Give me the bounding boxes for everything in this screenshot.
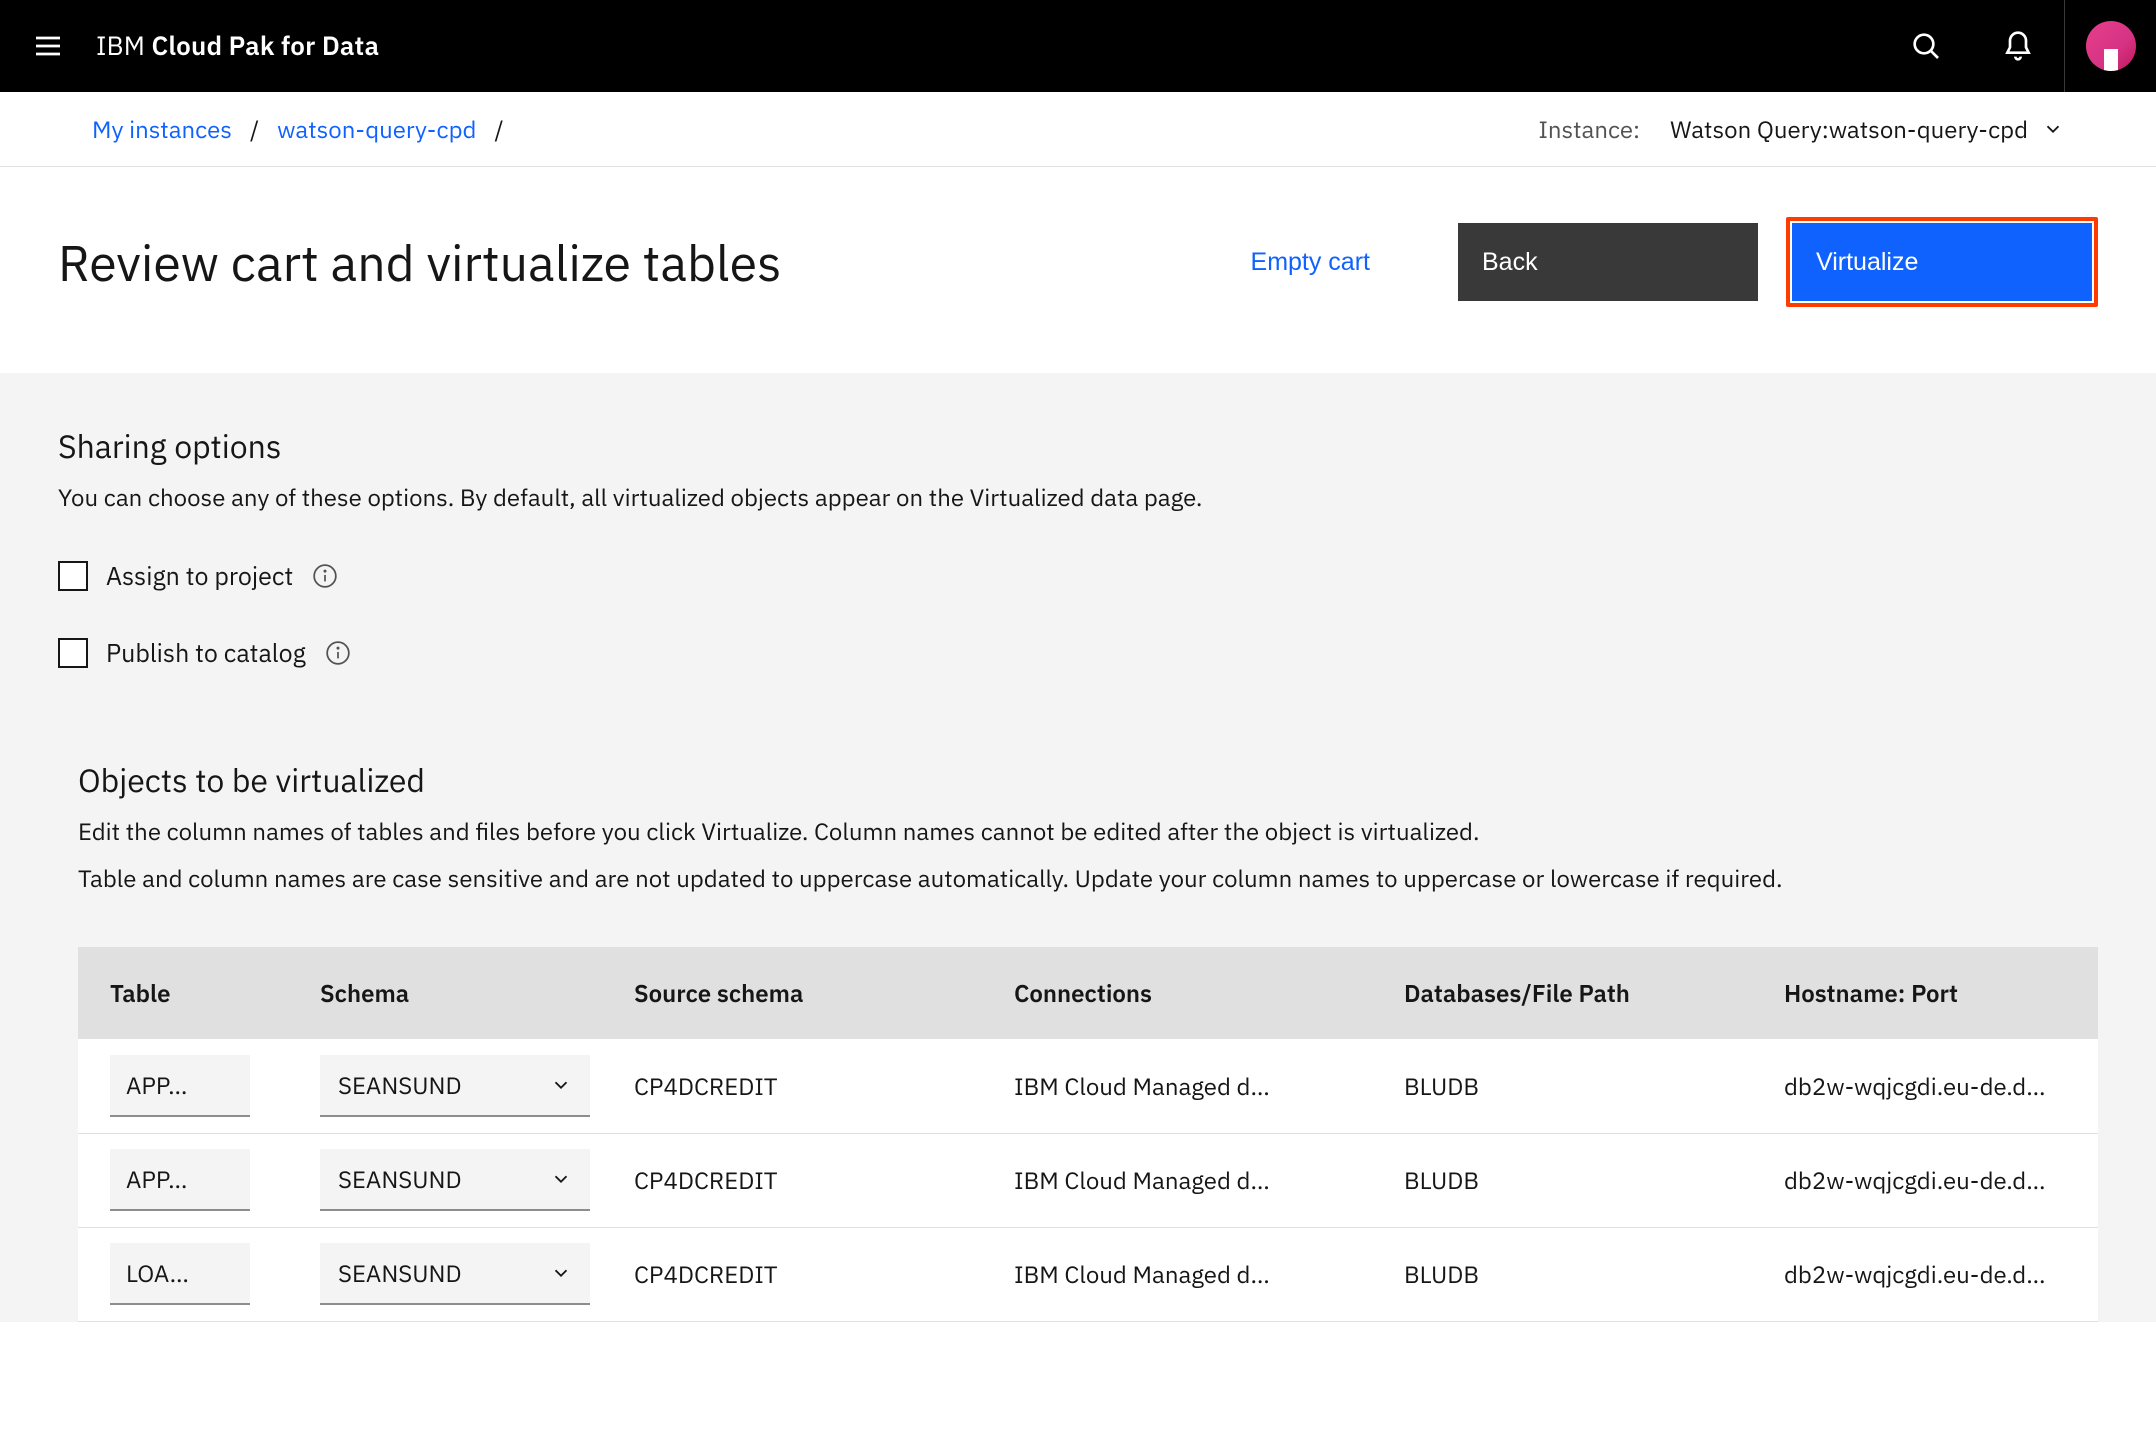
source-schema-cell: CP4DCREDIT	[612, 1039, 992, 1133]
sharing-heading: Sharing options	[58, 425, 2098, 467]
instance-selector-area: Instance: Watson Query:watson-query-cpd	[1538, 113, 2064, 145]
schema-value: SEANSUND	[338, 1257, 462, 1289]
empty-cart-link[interactable]: Empty cart	[1191, 248, 1430, 277]
header-actions	[1880, 0, 2156, 92]
table-row: APP… SEANSUND CP4DCREDIT IBM Cloud Manag…	[78, 1133, 2098, 1227]
chevron-down-icon	[2042, 118, 2064, 140]
database-cell: BLUDB	[1382, 1133, 1762, 1227]
table-name-input[interactable]: APP…	[110, 1149, 250, 1211]
col-table: Table	[78, 947, 298, 1039]
hostname-cell: db2w-wqjcgdi.eu-de.d…	[1762, 1227, 2098, 1321]
schema-select[interactable]: SEANSUND	[320, 1243, 590, 1305]
col-conn: Connections	[992, 947, 1382, 1039]
objects-desc-1: Edit the column names of tables and file…	[78, 813, 2038, 850]
chevron-down-icon	[550, 1074, 572, 1096]
notifications-button[interactable]	[1972, 0, 2064, 92]
schema-select[interactable]: SEANSUND	[320, 1149, 590, 1211]
top-header: IBM Cloud Pak for Data	[0, 0, 2156, 92]
search-button[interactable]	[1880, 0, 1972, 92]
hostname-cell: db2w-wqjcgdi.eu-de.d…	[1762, 1133, 2098, 1227]
assign-to-project-option: Assign to project	[58, 559, 2098, 592]
col-db: Databases/File Path	[1382, 947, 1762, 1039]
breadcrumb-sep: /	[244, 113, 265, 145]
brand-title: IBM Cloud Pak for Data	[96, 29, 379, 63]
table-body: APP… SEANSUND CP4DCREDIT IBM Cloud Manag…	[78, 1039, 2098, 1321]
publish-checkbox[interactable]	[58, 638, 88, 668]
title-row: Review cart and virtualize tables Empty …	[0, 167, 2156, 373]
page-title: Review cart and virtualize tables	[58, 230, 781, 295]
col-host: Hostname: Port	[1762, 947, 2098, 1039]
brand-name: Cloud Pak for Data	[151, 29, 379, 63]
breadcrumb-sep: /	[488, 113, 509, 145]
instance-value: Watson Query:watson-query-cpd	[1670, 113, 2028, 145]
connection-cell: IBM Cloud Managed d…	[992, 1133, 1382, 1227]
bell-icon	[2002, 30, 2034, 62]
virtualize-button[interactable]: Virtualize	[1792, 223, 2092, 301]
objects-heading: Objects to be virtualized	[78, 759, 2098, 801]
instance-label: Instance:	[1538, 113, 1640, 145]
brand-prefix: IBM	[96, 29, 151, 63]
table-name-input[interactable]: LOA…	[110, 1243, 250, 1305]
hostname-cell: db2w-wqjcgdi.eu-de.d…	[1762, 1039, 2098, 1133]
back-button[interactable]: Back	[1458, 223, 1758, 301]
database-cell: BLUDB	[1382, 1039, 1762, 1133]
content-area: Sharing options You can choose any of th…	[0, 373, 2156, 1322]
table-row: LOA… SEANSUND CP4DCREDIT IBM Cloud Manag…	[78, 1227, 2098, 1321]
objects-table: Table Schema Source schema Connections D…	[78, 947, 2098, 1322]
connection-cell: IBM Cloud Managed d…	[992, 1039, 1382, 1133]
assign-label: Assign to project	[106, 559, 293, 592]
objects-desc-2: Table and column names are case sensitiv…	[78, 860, 2038, 897]
publish-info[interactable]	[324, 639, 352, 667]
avatar	[2086, 21, 2136, 71]
col-schema: Schema	[298, 947, 612, 1039]
source-schema-cell: CP4DCREDIT	[612, 1133, 992, 1227]
sharing-options: Assign to project Publish to catalog	[58, 559, 2098, 669]
chevron-down-icon	[550, 1262, 572, 1284]
source-schema-cell: CP4DCREDIT	[612, 1227, 992, 1321]
breadcrumb: My instances / watson-query-cpd /	[92, 113, 510, 145]
instance-dropdown[interactable]: Watson Query:watson-query-cpd	[1670, 113, 2064, 145]
chevron-down-icon	[550, 1168, 572, 1190]
info-icon	[312, 563, 338, 589]
table-header-row: Table Schema Source schema Connections D…	[78, 947, 2098, 1039]
breadcrumb-link-instance[interactable]: watson-query-cpd	[277, 113, 476, 145]
virtualize-highlight: Virtualize	[1786, 217, 2098, 307]
col-source: Source schema	[612, 947, 992, 1039]
search-icon	[1910, 30, 1942, 62]
sharing-desc: You can choose any of these options. By …	[58, 479, 2098, 515]
avatar-button[interactable]	[2064, 0, 2156, 92]
assign-checkbox[interactable]	[58, 561, 88, 591]
schema-value: SEANSUND	[338, 1069, 462, 1101]
publish-label: Publish to catalog	[106, 636, 306, 669]
schema-select[interactable]: SEANSUND	[320, 1055, 590, 1117]
table-name-input[interactable]: APP…	[110, 1055, 250, 1117]
breadcrumb-link-instances[interactable]: My instances	[92, 113, 232, 145]
info-icon	[325, 640, 351, 666]
breadcrumb-bar: My instances / watson-query-cpd / Instan…	[0, 92, 2156, 167]
publish-to-catalog-option: Publish to catalog	[58, 636, 2098, 669]
assign-info[interactable]	[311, 562, 339, 590]
hamburger-icon	[32, 30, 64, 62]
schema-value: SEANSUND	[338, 1163, 462, 1195]
menu-button[interactable]	[0, 0, 96, 92]
title-actions: Empty cart Back Virtualize	[1191, 217, 2098, 307]
connection-cell: IBM Cloud Managed d…	[992, 1227, 1382, 1321]
objects-block: Objects to be virtualized Edit the colum…	[58, 759, 2098, 1322]
database-cell: BLUDB	[1382, 1227, 1762, 1321]
table-row: APP… SEANSUND CP4DCREDIT IBM Cloud Manag…	[78, 1039, 2098, 1133]
